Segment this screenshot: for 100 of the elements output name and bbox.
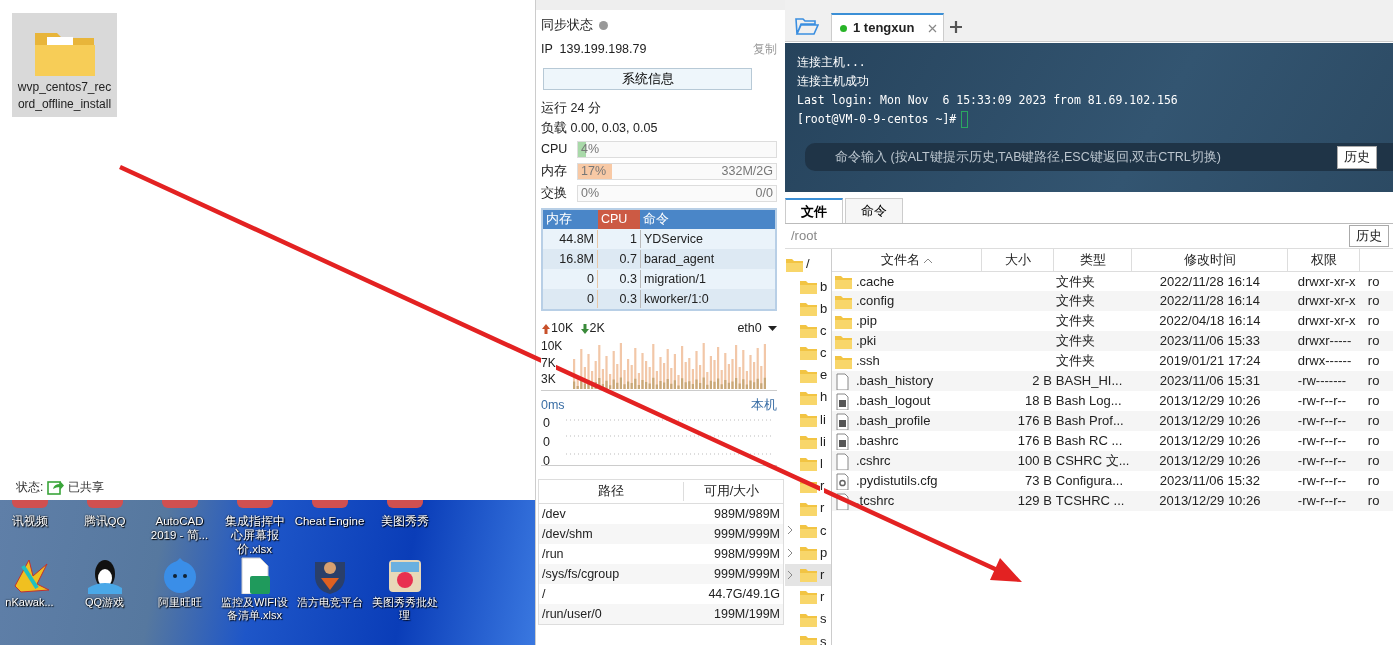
table-cell: drwx------ — [1287, 351, 1360, 371]
column-header[interactable]: 文件名 — [831, 249, 982, 271]
host-label: 本机 — [751, 397, 777, 414]
tree-item[interactable]: p — [785, 541, 831, 564]
icon-label[interactable]: AutoCAD 2019 - 简... — [144, 514, 215, 542]
tree-item[interactable]: li — [785, 430, 831, 453]
column-header[interactable]: 大小 — [981, 249, 1054, 271]
system-info-button[interactable]: 系统信息 — [543, 68, 752, 90]
folder-icon — [799, 588, 818, 606]
chevron-icon[interactable] — [787, 569, 794, 580]
folder-icon — [799, 544, 818, 562]
terminal-line: [root@VM-0-9-centos ~]# — [797, 111, 957, 128]
icon-label[interactable]: QQ游戏 — [68, 596, 141, 609]
table-cell: migration/1 — [640, 269, 775, 289]
share-icon — [47, 478, 65, 495]
icon-label[interactable]: 阿里旺旺 — [143, 596, 216, 609]
file-name[interactable]: .pip — [833, 311, 980, 331]
column-header[interactable]: 命令 — [640, 210, 775, 229]
file-name[interactable]: .bash_logout — [833, 391, 980, 411]
icon-label[interactable]: 美图秀秀批处理 — [368, 596, 441, 622]
meter-detail: 0/0 — [755, 184, 773, 202]
table-cell: drwxr-xr-x — [1287, 311, 1360, 331]
icon-label[interactable]: 集成指挥中心屏幕报价.xlsx — [219, 514, 290, 556]
tree-item[interactable]: r — [785, 497, 831, 520]
table-cell: 2023/11/06 15:32 — [1131, 471, 1288, 491]
file-name[interactable]: .config — [833, 291, 980, 311]
table-cell: ro — [1359, 271, 1393, 291]
table-cell: drwxr-xr-x — [1287, 271, 1360, 291]
icon-label[interactable]: 浩方电竞平台 — [293, 596, 366, 609]
column-header[interactable]: 类型 — [1053, 249, 1132, 271]
table-cell: 2019/01/21 17:24 — [1131, 351, 1288, 371]
column-header[interactable]: 路径 — [539, 482, 684, 501]
file-name[interactable]: .pydistutils.cfg — [833, 471, 980, 491]
down-arrow-icon — [579, 322, 590, 334]
table-cell: 文件夹 — [1053, 351, 1132, 371]
icon-label[interactable]: 腾讯QQ — [69, 514, 140, 528]
panel-tab[interactable]: 命令 — [845, 198, 903, 223]
status-dot — [840, 24, 847, 32]
meter-value: 0% — [581, 184, 600, 202]
tree-item[interactable]: e — [785, 363, 831, 387]
file-name[interactable]: .bash_history — [833, 371, 980, 391]
icon-label[interactable]: 监控及WIFI设备清单.xlsx — [218, 596, 291, 622]
add-tab-icon[interactable] — [950, 21, 963, 33]
tree-item[interactable]: c — [785, 519, 831, 542]
table-cell: ro — [1359, 471, 1393, 491]
file-name[interactable]: .cache — [833, 271, 980, 291]
table-cell: -rw-r--r-- — [1287, 411, 1360, 431]
file-name[interactable]: .bash_profile — [833, 411, 980, 431]
tree-item[interactable]: s — [785, 630, 831, 645]
terminal-line: Last login: Mon Nov 6 15:33:09 2023 from 81.69.102.156 — [797, 92, 1178, 109]
tree-item[interactable]: h — [785, 386, 831, 409]
tree-item[interactable]: b — [785, 275, 831, 298]
panel-tab[interactable]: 文件 — [785, 198, 843, 223]
icon-label[interactable]: nKawak... — [0, 596, 66, 609]
terminal-line: 连接主机... — [797, 54, 866, 71]
column-header[interactable]: 权限 — [1287, 249, 1360, 271]
table-cell: -rw------- — [1287, 371, 1360, 391]
icon-label[interactable]: 美图秀秀 — [369, 514, 440, 528]
session-tab[interactable]: 1 tengxun — [831, 13, 945, 41]
column-header[interactable]: 可用/大小 — [684, 482, 779, 501]
tree-item[interactable]: li — [785, 408, 831, 431]
tree-item[interactable]: b — [785, 297, 831, 320]
meter-label: CPU — [541, 140, 569, 158]
column-header[interactable]: 修改时间 — [1131, 249, 1288, 271]
table-cell-text: 989M/989M — [714, 505, 780, 523]
table-cell: 176 B — [981, 431, 1054, 451]
file-name[interactable]: .pki — [833, 331, 980, 351]
chevron-icon[interactable] — [787, 525, 794, 536]
folder-item[interactable]: wvp_centos7_record_offline_install — [12, 13, 117, 117]
table-cell-text: 999M/999M — [714, 565, 780, 583]
table-cell: 2022/11/28 16:14 — [1131, 291, 1288, 311]
table-cell-text: 0.3 — [618, 270, 638, 288]
icon-label[interactable]: Cheat Engine — [294, 514, 365, 528]
tree-item[interactable]: l — [785, 452, 831, 475]
column-header[interactable]: CPU — [598, 210, 640, 229]
terminal-line: 连接主机成功 — [797, 73, 869, 90]
history-button[interactable]: 历史 — [1337, 146, 1377, 169]
icon-label[interactable]: 讯视频 — [0, 514, 65, 528]
upload-rate: 10K — [541, 318, 574, 338]
tree-item[interactable]: r — [785, 563, 831, 586]
tree-item[interactable]: c — [785, 319, 831, 342]
cursor-icon — [961, 111, 969, 128]
table-cell: 2023/11/06 15:33 — [1131, 331, 1288, 351]
close-icon[interactable] — [928, 23, 938, 33]
interface-dropdown[interactable]: eth0 — [737, 318, 777, 338]
table-cell-text: / — [542, 585, 546, 603]
file-name[interactable]: .cshrc — [833, 451, 980, 471]
table-cell: -rw-r--r-- — [1287, 491, 1360, 511]
tree-item[interactable]: r — [785, 585, 831, 608]
column-header[interactable]: 内存 — [543, 210, 598, 229]
tree-item[interactable]: c — [785, 341, 831, 364]
table-cell: 2013/12/29 10:26 — [1131, 391, 1288, 411]
file-name[interactable]: .bashrc — [833, 431, 980, 451]
chevron-icon[interactable] — [787, 547, 794, 558]
tree-item[interactable]: / — [785, 253, 831, 276]
file-name[interactable]: .ssh — [833, 351, 980, 371]
folder-icon[interactable] — [795, 16, 819, 36]
history-button[interactable]: 历史 — [1349, 224, 1389, 248]
tree-item[interactable]: s — [785, 608, 831, 631]
table-cell: BASH_HI... — [1053, 371, 1132, 391]
